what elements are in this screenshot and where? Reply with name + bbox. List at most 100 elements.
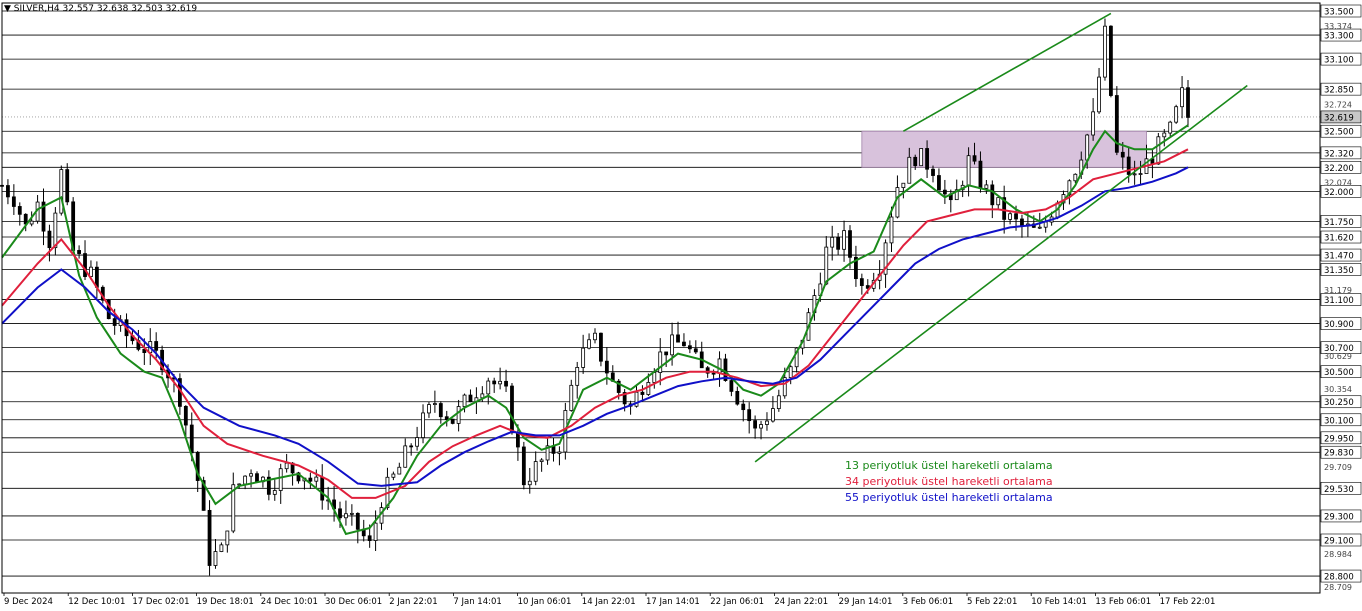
price-axis: 33.500 33.300 33.100 32.850 32.619 32.500 32.3… [1, 2, 1362, 594]
price-label: 29.300 [1324, 512, 1354, 522]
price-label: 31.100 [1324, 296, 1354, 306]
legend-ema55: 55 periyotluk üstel hareketli ortalama [845, 491, 1053, 504]
time-label: 2 Jan 22:01 [389, 597, 437, 607]
candle-body [1097, 76, 1101, 113]
candle-body [468, 394, 473, 403]
channel-upper-line [902, 12, 1112, 132]
candle-body [1014, 213, 1018, 220]
legend-ema34: 34 periyotluk üstel hareketli ortalama [845, 475, 1053, 488]
candle-body [320, 476, 325, 501]
candle-body [640, 391, 645, 395]
price-label: 30.900 [1324, 320, 1354, 330]
candle-body [65, 169, 70, 203]
time-label: 17 Jan 14:01 [646, 597, 700, 607]
candle-body [942, 189, 947, 195]
price-tick-label: 30.354 [1324, 385, 1352, 394]
candle-body [415, 437, 420, 447]
price-tick-label: 30.629 [1324, 352, 1352, 361]
price-tick-label: 28.709 [1324, 583, 1352, 592]
time-label: 10 Jan 06:01 [518, 597, 572, 607]
candle-body [788, 366, 793, 379]
price-label: 29.830 [1324, 449, 1354, 459]
candle-body [747, 409, 752, 422]
price-tick-label: 32.724 [1324, 100, 1352, 109]
candle-body [741, 403, 746, 411]
candle-body [427, 404, 431, 414]
candle-body [397, 466, 402, 475]
candle-body [112, 318, 117, 326]
time-label: 5 Feb 22:01 [967, 597, 1017, 607]
candle-body [753, 420, 758, 429]
price-label: 32.500 [1324, 128, 1354, 138]
candle-body [183, 405, 188, 426]
trend-channel [754, 12, 1248, 463]
candle-body [1174, 106, 1179, 123]
price-label: 29.950 [1324, 434, 1354, 444]
price-label: 32.200 [1324, 164, 1354, 174]
candle-body [314, 476, 319, 482]
candle-body [658, 351, 663, 373]
candle-body [824, 246, 829, 285]
candle-body [47, 230, 52, 249]
candle-body [498, 380, 503, 385]
candle-body [682, 341, 686, 347]
candle-body [462, 394, 467, 407]
candle-body [450, 418, 455, 424]
candle-body [53, 212, 58, 249]
candle-body [219, 544, 224, 552]
candle-body [492, 380, 497, 385]
candle-body [213, 551, 218, 566]
dropdown-arrow-icon[interactable]: ▼ [4, 4, 11, 14]
candle-body [1091, 111, 1096, 136]
time-label: 24 Jan 22:01 [774, 597, 828, 607]
candle-body [284, 462, 289, 470]
candle-body [243, 475, 248, 485]
candle-body [539, 459, 544, 462]
candle-body [990, 184, 995, 206]
candle-body [676, 334, 680, 343]
time-label: 10 Feb 14:01 [1031, 597, 1087, 607]
candle-body [1073, 173, 1078, 182]
candle-body [652, 372, 657, 383]
candle-body [575, 367, 580, 386]
price-label: 31.350 [1324, 266, 1354, 276]
candle-body [456, 406, 461, 424]
candle-body [338, 508, 342, 519]
candle-body [604, 360, 609, 374]
candle-body [255, 473, 259, 483]
time-label: 7 Jan 14:01 [453, 597, 501, 607]
candle-body [1020, 218, 1024, 227]
candle-body [249, 473, 253, 477]
price-label: 28.800 [1324, 573, 1354, 583]
candle-body [391, 473, 396, 478]
candle-body [1156, 136, 1161, 165]
candle-body [966, 155, 971, 186]
candle-body [504, 380, 508, 387]
candle-body [984, 184, 989, 189]
candle-body [510, 385, 514, 434]
candle-body [895, 187, 900, 218]
price-label: 33.300 [1324, 32, 1354, 42]
candle-body [278, 468, 283, 491]
chart-header: ▼ SILVER,H4 32.557 32.638 32.503 32.619 [4, 4, 197, 14]
candle-body [1162, 132, 1167, 138]
candle-body [735, 391, 740, 405]
legend-label: 34 periyotluk üstel hareketli ortalama [845, 475, 1053, 488]
price-label: 30.100 [1324, 416, 1354, 426]
candle-body [373, 522, 378, 541]
candle-body [344, 513, 348, 519]
price-chart[interactable]: 33.500 33.300 33.100 32.850 32.619 32.500 32.3… [0, 0, 1362, 611]
candle-body [308, 477, 313, 482]
price-label: 32.619 [1324, 113, 1354, 123]
candle-body [771, 408, 775, 422]
candle-body [154, 341, 159, 351]
price-tick-label: 33.374 [1324, 22, 1352, 31]
candle-body [1120, 151, 1125, 158]
price-label: 29.530 [1324, 485, 1354, 495]
candle-body [1138, 173, 1143, 175]
candle-body [1168, 121, 1173, 134]
time-label: 22 Jan 06:01 [710, 597, 764, 607]
candle-body [593, 332, 597, 341]
candle-body [693, 348, 698, 353]
time-label: 19 Dec 18:01 [197, 597, 254, 607]
